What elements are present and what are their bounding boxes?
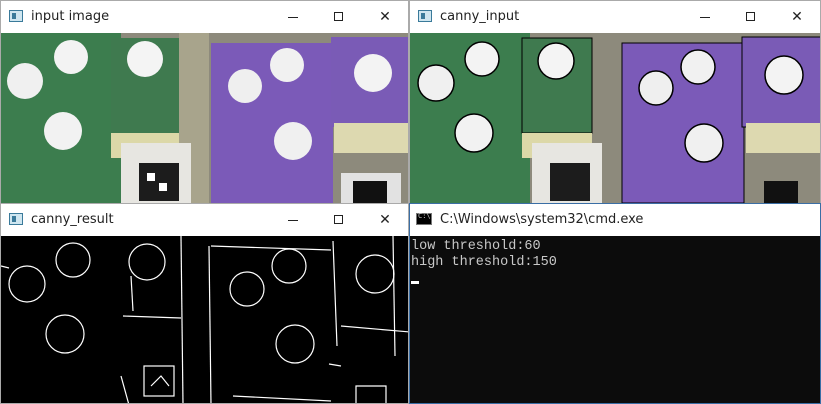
image-canvas <box>1 33 408 204</box>
titlebar[interactable]: canny_result ✕ <box>1 204 408 236</box>
titlebar[interactable]: canny_input ✕ <box>410 1 820 33</box>
window-title: canny_input <box>440 9 520 24</box>
titlebar[interactable]: C:\Windows\system32\cmd.exe <box>410 204 820 236</box>
maximize-icon <box>746 12 755 21</box>
window-canny-input: canny_input ✕ <box>409 0 821 205</box>
maximize-icon <box>334 215 343 224</box>
app-window-icon <box>418 10 432 22</box>
minimize-icon <box>288 17 298 18</box>
image-canvas <box>1 235 408 403</box>
close-button[interactable]: ✕ <box>362 204 408 236</box>
text-cursor <box>411 281 419 284</box>
close-button[interactable]: ✕ <box>774 1 820 33</box>
window-title: canny_result <box>31 212 114 227</box>
app-window-icon <box>9 10 23 22</box>
console-output[interactable]: low threshold:60 high threshold:150 <box>410 236 820 403</box>
minimize-button[interactable] <box>682 1 728 33</box>
maximize-button[interactable] <box>728 1 774 33</box>
app-window-icon <box>9 213 23 225</box>
console-line: high threshold:150 <box>411 255 557 270</box>
window-title: input image <box>31 9 110 24</box>
minimize-button[interactable] <box>270 204 316 236</box>
maximize-icon <box>334 12 343 21</box>
input-photo <box>1 33 408 204</box>
maximize-button[interactable] <box>316 1 362 33</box>
console-line: low threshold:60 <box>411 239 541 254</box>
canny-input-photo <box>410 33 820 204</box>
window-canny-result: canny_result ✕ <box>0 203 409 404</box>
console-icon <box>416 212 432 225</box>
close-button[interactable]: ✕ <box>362 1 408 33</box>
window-title: C:\Windows\system32\cmd.exe <box>440 212 644 227</box>
minimize-button[interactable] <box>270 1 316 33</box>
minimize-icon <box>700 17 710 18</box>
window-cmd: C:\Windows\system32\cmd.exe low threshol… <box>409 203 821 404</box>
titlebar[interactable]: input image ✕ <box>1 1 408 33</box>
minimize-icon <box>288 220 298 221</box>
image-canvas <box>410 33 820 204</box>
window-input-image: input image ✕ <box>0 0 409 205</box>
edge-map <box>1 235 408 403</box>
maximize-button[interactable] <box>316 204 362 236</box>
